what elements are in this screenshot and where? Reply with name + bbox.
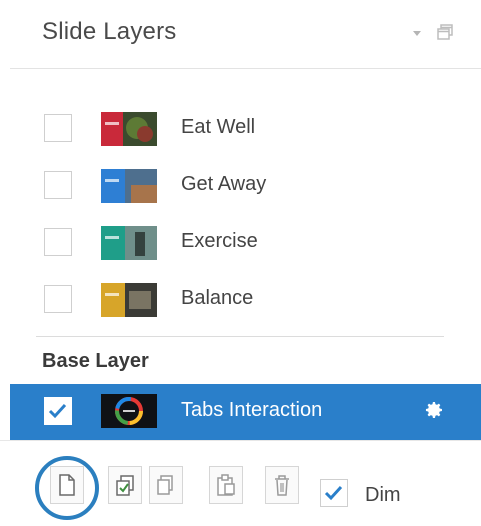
layer-thumbnail [101,226,157,260]
layer-thumbnail [101,112,157,146]
panel-header: Slide Layers [10,0,481,69]
layers-toolbar: Dim [0,440,481,526]
duplicate-layer-button[interactable] [108,466,142,504]
divider [36,336,444,337]
layer-name: Get Away [181,173,267,195]
dim-checkbox[interactable] [320,479,348,507]
layer-row-exercise[interactable]: Exercise [0,216,481,272]
layer-name: Exercise [181,230,258,252]
layer-visibility-checkbox[interactable] [44,228,72,256]
gear-icon[interactable] [421,398,445,422]
paste-button[interactable] [209,466,243,504]
base-layer-heading: Base Layer [42,350,149,372]
layer-row-balance[interactable]: Balance [0,273,481,329]
delete-button[interactable] [265,466,299,504]
base-layer-row[interactable]: Tabs Interaction [10,384,481,440]
duplicate-layer-icon [116,475,134,496]
layer-name: Eat Well [181,116,256,138]
paste-icon [217,474,235,496]
panel-title: Slide Layers [42,18,177,45]
chevron-down-icon[interactable] [413,31,421,36]
base-layer-thumbnail [101,394,157,428]
copy-button[interactable] [149,466,183,504]
new-layer-icon [59,474,75,496]
layer-thumbnail [101,169,157,203]
layer-row-eat-well[interactable]: Eat Well [0,102,481,158]
base-layer-checkbox[interactable] [44,397,72,425]
layer-visibility-checkbox[interactable] [44,114,72,142]
layer-row-get-away[interactable]: Get Away [0,159,481,215]
checkmark-icon [324,485,343,501]
layer-thumbnail [101,283,157,317]
layer-visibility-checkbox[interactable] [44,171,72,199]
dim-label: Dim [365,484,401,506]
delete-icon [275,475,289,496]
slide-layers-panel: Slide Layers Eat Well Get Away Exercise … [0,0,481,526]
checkmark-icon [48,403,67,419]
layer-name: Balance [181,287,254,309]
copy-icon [157,475,173,495]
layer-visibility-checkbox[interactable] [44,285,72,313]
window-restore-icon[interactable] [437,24,453,40]
new-layer-button[interactable] [50,466,84,504]
base-layer-name: Tabs Interaction [181,399,323,421]
